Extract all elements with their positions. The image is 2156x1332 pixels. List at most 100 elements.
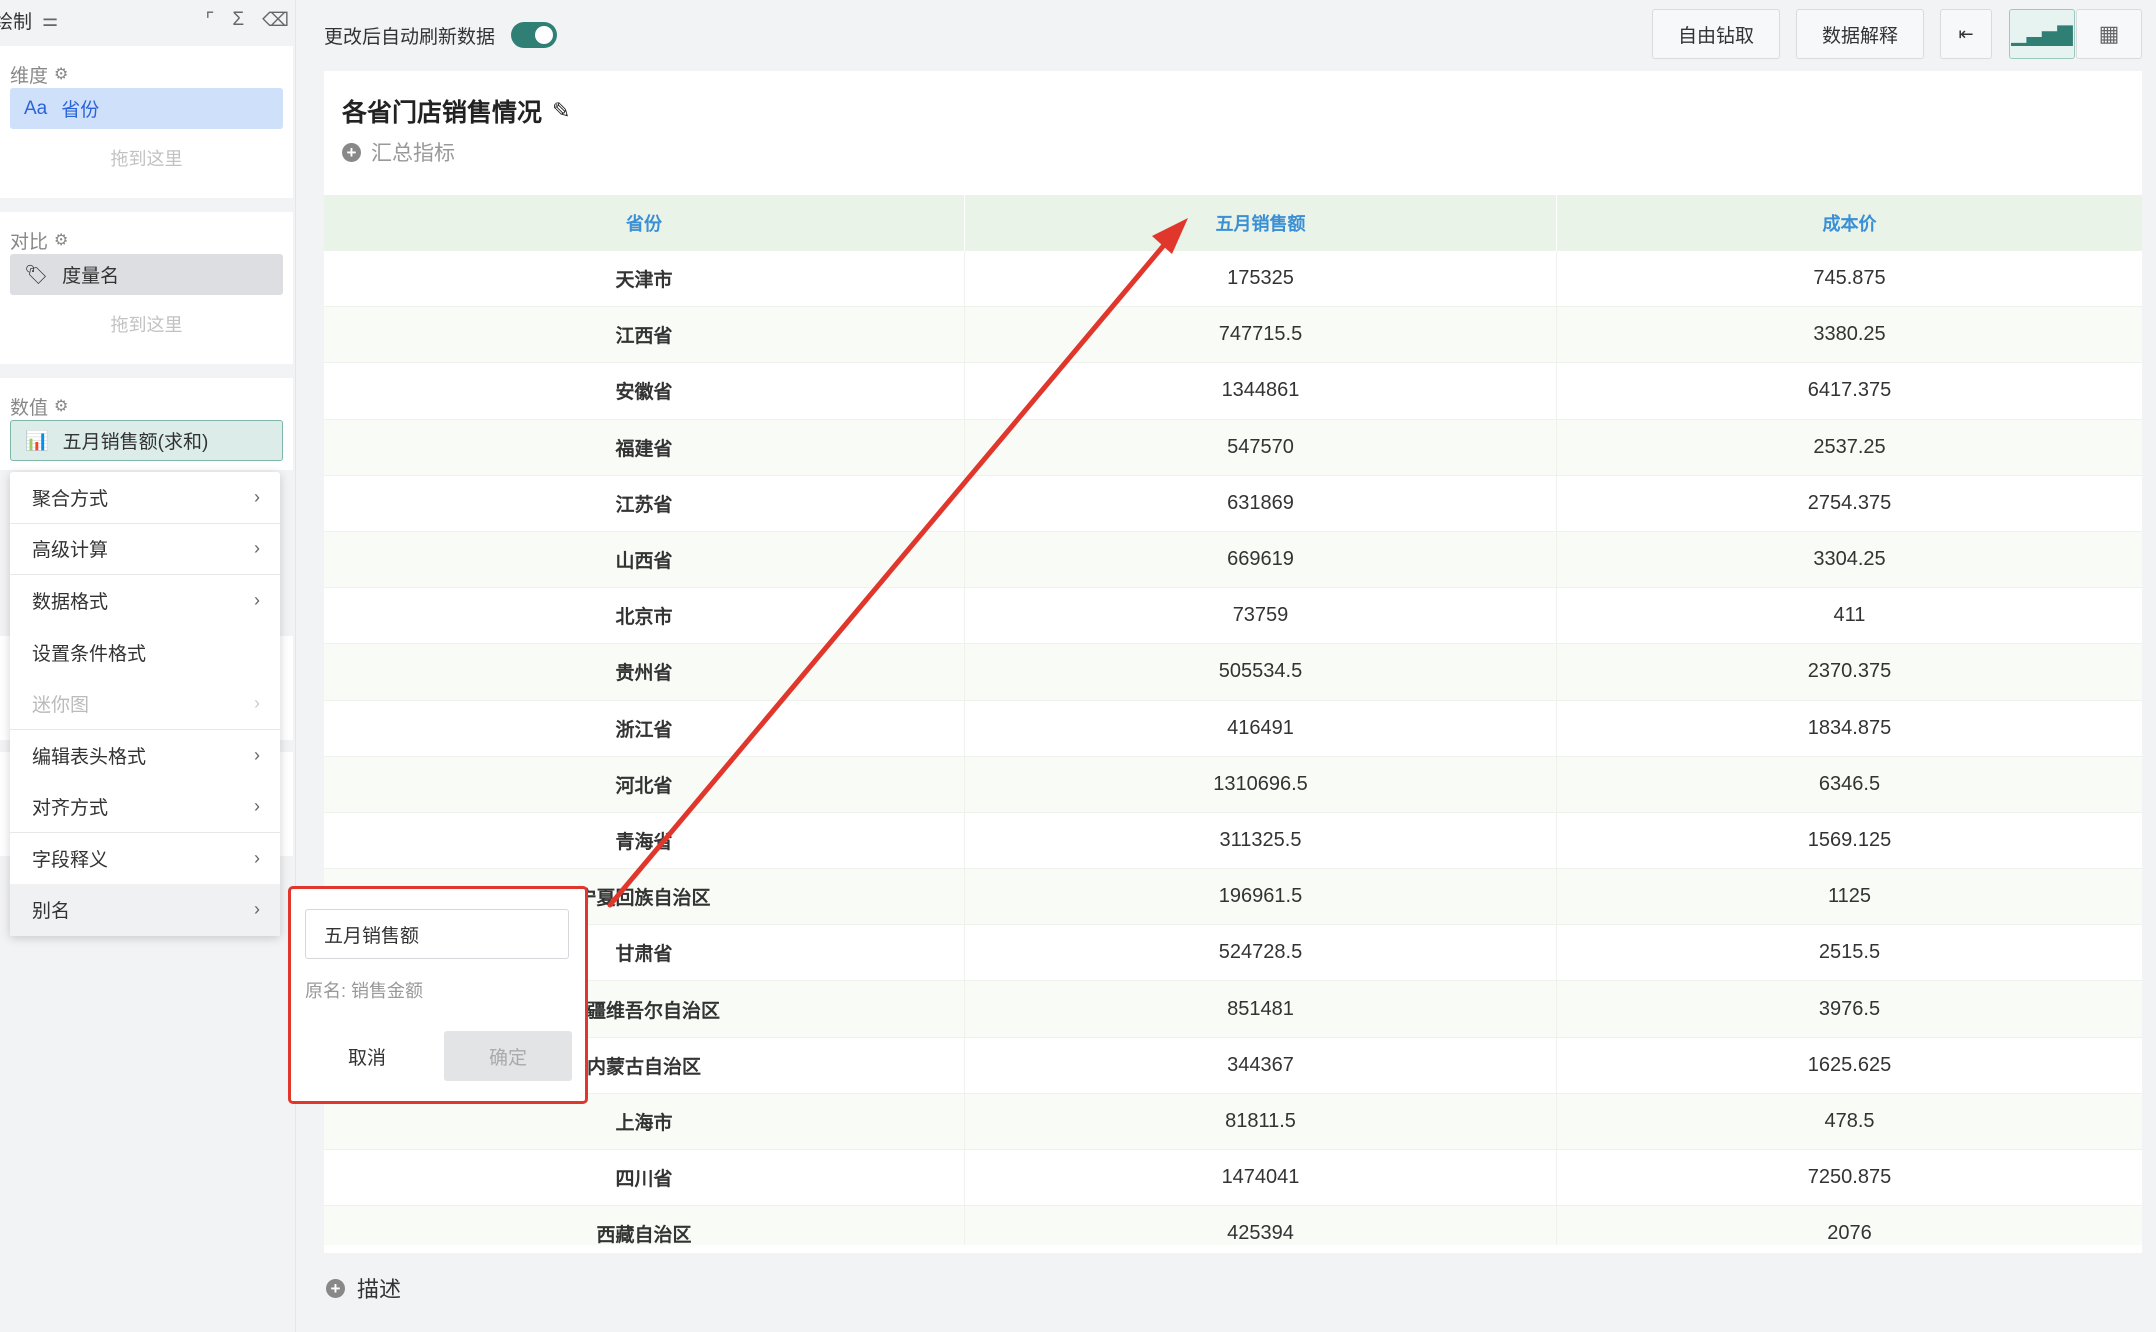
cell-cost: 6346.5 bbox=[1818, 772, 1881, 795]
card-title: 各省门店销售情况 bbox=[342, 99, 543, 127]
chart-view-button[interactable]: ▁▃▅▇ bbox=[2009, 9, 2075, 59]
cell-may-sales: 175325 bbox=[965, 251, 1557, 307]
gear-icon[interactable]: ⚙ bbox=[54, 230, 68, 250]
table-row: 北京市 73759 411 bbox=[324, 588, 2142, 645]
cell-province: 四川省 bbox=[324, 1150, 965, 1206]
gear-icon[interactable]: ⚙ bbox=[54, 396, 68, 416]
corner-icon[interactable]: ⌜ bbox=[205, 9, 214, 32]
bar-chart-icon: ▁▃▅▇ bbox=[2011, 23, 2073, 46]
chevron-right-icon: › bbox=[254, 744, 260, 765]
bar-chart-icon: 📊 bbox=[25, 430, 49, 452]
cell-may-sales: 747715.5 bbox=[965, 307, 1557, 363]
sidebar-title-group: 绘制 ⚌ bbox=[0, 7, 58, 34]
menu-item-conditional-format[interactable]: 设置条件格式 bbox=[10, 627, 280, 679]
dimension-title: 维度 ⚙ bbox=[10, 64, 69, 87]
sliders-icon[interactable]: ⚌ bbox=[42, 10, 58, 31]
menu-item-alignment[interactable]: 对齐方式 › bbox=[10, 781, 280, 833]
table-view-button[interactable]: ▦ bbox=[2076, 9, 2142, 59]
table-row: 四川省 1474041 7250.875 bbox=[324, 1150, 2142, 1207]
alias-popup: 原名: 销售金额 取消 确定 bbox=[288, 886, 588, 1104]
plus-circle-icon: + bbox=[342, 142, 361, 162]
chart-card: 各省门店销售情况 ✎ + 汇总指标 省份 五月销售额 成本价 天津市 175325… bbox=[324, 71, 2142, 1253]
cell-may-sales: 1310696.5 bbox=[965, 756, 1557, 812]
dimension-drop-zone[interactable]: 拖到这里 bbox=[0, 129, 293, 187]
menu-item-aggregation[interactable]: 聚合方式 › bbox=[10, 472, 280, 524]
sigma-icon[interactable]: Σ bbox=[232, 9, 244, 32]
compare-drop-zone[interactable]: 拖到这里 bbox=[0, 295, 293, 353]
cell-may-sales: 311325.5 bbox=[965, 812, 1557, 869]
sidebar-tools: ⌜ Σ ⌫ bbox=[205, 9, 289, 32]
field-context-menu: 聚合方式 › 高级计算 › 数据格式 › 设置条件格式 迷你图 › 编辑表头格式 › 对齐… bbox=[10, 472, 280, 936]
cell-may-sales: 81811.5 bbox=[965, 1093, 1557, 1149]
table-row: 贵州省 505534.5 2370.375 bbox=[324, 644, 2142, 701]
tag-icon: 🏷 bbox=[24, 264, 49, 286]
collapse-icon: ⇤ bbox=[1958, 23, 1974, 44]
data-table: 省份 五月销售额 成本价 天津市 175325 745.875 江西省 747715.5… bbox=[324, 195, 2142, 1245]
collapse-panel-button[interactable]: ⇤ bbox=[1940, 9, 1992, 59]
cell-province: 山西省 bbox=[324, 531, 965, 588]
cell-province: 北京市 bbox=[324, 588, 965, 644]
menu-item-advanced-calc[interactable]: 高级计算 › bbox=[10, 524, 280, 575]
eraser-icon[interactable]: ⌫ bbox=[262, 9, 289, 32]
alias-input[interactable] bbox=[305, 909, 569, 959]
cell-cost: 2076 bbox=[1827, 1222, 1872, 1245]
dimension-field-label: 省份 bbox=[61, 100, 100, 121]
summary-metric-button[interactable]: + 汇总指标 bbox=[342, 137, 455, 167]
values-field-pill[interactable]: 📊 五月销售额(求和) bbox=[10, 420, 283, 461]
cancel-button[interactable]: 取消 bbox=[305, 1031, 429, 1081]
menu-item-alias[interactable]: 别名 › bbox=[10, 884, 280, 936]
menu-item-field-definition[interactable]: 字段释义 › bbox=[10, 833, 280, 885]
compare-panel: 对比 ⚙ 🏷 度量名 拖到这里 bbox=[0, 212, 293, 364]
column-header-may-sales[interactable]: 五月销售额 bbox=[965, 195, 1557, 251]
compare-field-pill[interactable]: 🏷 度量名 bbox=[10, 254, 283, 295]
chevron-right-icon: › bbox=[254, 486, 260, 507]
table-body: 天津市 175325 745.875 江西省 747715.5 3380.25 安徽省 134… bbox=[324, 251, 2142, 1245]
menu-item-sparkline: 迷你图 › bbox=[10, 678, 280, 730]
cell-cost: 478.5 bbox=[1824, 1109, 1875, 1132]
sidebar-header: 绘制 ⚌ ⌜ Σ ⌫ bbox=[0, 0, 295, 40]
table-row: 浙江省 416491 1834.875 bbox=[324, 700, 2142, 757]
chevron-right-icon: › bbox=[254, 692, 260, 713]
table-row: 甘肃省 524728.5 2515.5 bbox=[324, 925, 2142, 982]
auto-refresh-toggle[interactable] bbox=[511, 22, 558, 48]
data-explain-button[interactable]: 数据解释 bbox=[1796, 9, 1924, 59]
auto-refresh-label: 更改后自动刷新数据 bbox=[324, 26, 496, 48]
values-field-label: 五月销售额(求和) bbox=[62, 432, 209, 453]
cell-may-sales: 196961.5 bbox=[965, 869, 1557, 925]
cell-province: 安徽省 bbox=[324, 363, 965, 419]
menu-item-data-format[interactable]: 数据格式 › bbox=[10, 575, 280, 627]
description-button[interactable]: + 描述 bbox=[326, 1272, 401, 1304]
table-row: 新疆维吾尔自治区 851481 3976.5 bbox=[324, 981, 2142, 1038]
cell-cost: 1569.125 bbox=[1807, 828, 1892, 851]
cell-province: 浙江省 bbox=[324, 700, 965, 756]
table-row: 西藏自治区 425394 2076 bbox=[324, 1206, 2142, 1245]
edit-pencil-icon[interactable]: ✎ bbox=[552, 98, 570, 124]
column-header-province[interactable]: 省份 bbox=[324, 195, 965, 251]
column-header-cost[interactable]: 成本价 bbox=[1557, 195, 2142, 251]
table-row: 山西省 669619 3304.25 bbox=[324, 531, 2142, 589]
cell-may-sales: 631869 bbox=[965, 475, 1557, 531]
cell-province: 青海省 bbox=[324, 812, 965, 869]
sidebar: 绘制 ⚌ ⌜ Σ ⌫ 维度 ⚙ Aa 省份 拖到这里 对比 ⚙ 🏷 度量名 拖到… bbox=[0, 0, 296, 1332]
cell-may-sales: 425394 bbox=[965, 1206, 1557, 1245]
cell-province: 天津市 bbox=[324, 251, 965, 307]
cell-may-sales: 73759 bbox=[965, 588, 1557, 644]
gear-icon[interactable]: ⚙ bbox=[54, 64, 68, 84]
cell-cost: 2515.5 bbox=[1818, 941, 1881, 964]
table-row: 天津市 175325 745.875 bbox=[324, 251, 2142, 308]
free-drill-button[interactable]: 自由钻取 bbox=[1652, 9, 1780, 59]
cell-cost: 1625.625 bbox=[1807, 1053, 1892, 1076]
table-header: 省份 五月销售额 成本价 bbox=[324, 195, 2142, 251]
menu-item-header-format[interactable]: 编辑表头格式 › bbox=[10, 730, 280, 782]
confirm-button[interactable]: 确定 bbox=[444, 1031, 572, 1081]
cell-cost: 411 bbox=[1833, 604, 1866, 627]
chevron-right-icon: › bbox=[254, 538, 260, 559]
dimension-field-pill[interactable]: Aa 省份 bbox=[10, 88, 283, 129]
cell-cost: 2537.25 bbox=[1813, 435, 1886, 458]
cell-may-sales: 344367 bbox=[965, 1037, 1557, 1093]
chevron-right-icon: › bbox=[254, 899, 260, 920]
table-row: 安徽省 1344861 6417.375 bbox=[324, 363, 2142, 420]
table-row: 宁夏回族自治区 196961.5 1125 bbox=[324, 869, 2142, 926]
cell-may-sales: 1344861 bbox=[965, 363, 1557, 419]
cell-province: 江苏省 bbox=[324, 475, 965, 531]
